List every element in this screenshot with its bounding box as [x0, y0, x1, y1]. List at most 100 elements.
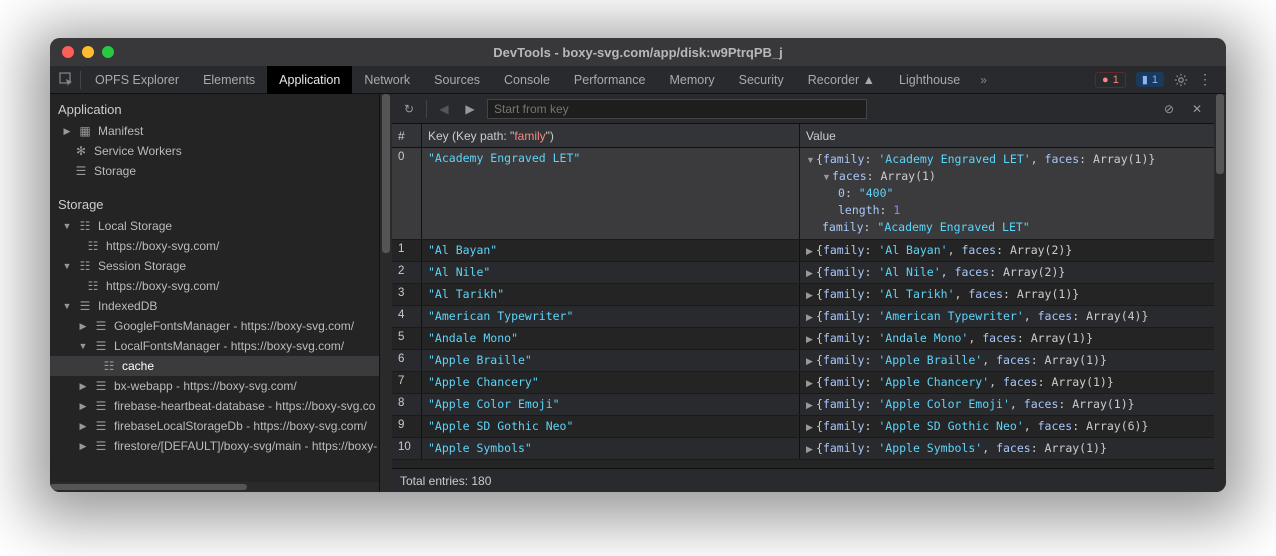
sidebar-item-idb-cache[interactable]: ☷ cache	[50, 356, 379, 376]
sidebar-item-idb-localfonts[interactable]: ▼ ☰ LocalFontsManager - https://boxy-svg…	[50, 336, 379, 356]
sidebar-item-manifest[interactable]: ▶ ▦ Manifest	[50, 121, 379, 141]
column-header-value[interactable]: Value	[800, 124, 1214, 147]
delete-selected-icon[interactable]: ✕	[1188, 102, 1206, 116]
storage-icon: ☷	[78, 259, 92, 273]
titlebar: DevTools - boxy-svg.com/app/disk:w9PtrqP…	[50, 38, 1226, 66]
expand-arrow-icon: ▶	[78, 401, 88, 412]
database-icon: ☰	[94, 379, 108, 393]
sidebar-item-label: firebase-heartbeat-database - https://bo…	[114, 399, 375, 413]
sidebar-item-local-storage[interactable]: ▼ ☷ Local Storage	[50, 216, 379, 236]
start-from-key-input[interactable]	[487, 99, 867, 119]
expand-arrow-icon: ▶	[78, 381, 88, 392]
database-icon: ☰	[94, 319, 108, 333]
sidebar-item-label: Session Storage	[98, 259, 186, 273]
vertical-scrollbar[interactable]	[380, 94, 392, 492]
database-icon: ☰	[94, 439, 108, 453]
table-row[interactable]: 5"Andale Mono"▶{family: 'Andale Mono', f…	[392, 328, 1214, 350]
table-row[interactable]: 9"Apple SD Gothic Neo"▶{family: 'Apple S…	[392, 416, 1214, 438]
inspect-element-icon[interactable]	[56, 72, 78, 88]
vertical-scrollbar[interactable]	[1214, 94, 1226, 492]
kebab-menu-icon[interactable]: ⋮	[1198, 71, 1212, 88]
divider	[80, 71, 81, 89]
cell-value: ▶{family: 'Apple Symbols', faces: Array(…	[800, 438, 1214, 459]
cell-value: ▶{family: 'Apple Chancery', faces: Array…	[800, 372, 1214, 393]
cell-value: ▶{family: 'Andale Mono', faces: Array(1)…	[800, 328, 1214, 349]
cell-value: ▶{family: 'Apple SD Gothic Neo', faces: …	[800, 416, 1214, 437]
devtools-tabs: OPFS ExplorerElementsApplicationNetworkS…	[50, 66, 1226, 94]
manifest-icon: ▦	[78, 124, 92, 138]
tab-lighthouse[interactable]: Lighthouse	[887, 66, 972, 94]
cell-value: ▶{family: 'Apple Color Emoji', faces: Ar…	[800, 394, 1214, 415]
column-header-index[interactable]: #	[392, 124, 422, 147]
cell-index: 5	[392, 328, 422, 349]
table-row[interactable]: 6"Apple Braille"▶{family: 'Apple Braille…	[392, 350, 1214, 372]
sidebar-item-label: Manifest	[98, 124, 143, 138]
sidebar-item-label: Storage	[94, 164, 136, 178]
tab-console[interactable]: Console	[492, 66, 562, 94]
tab-security[interactable]: Security	[727, 66, 796, 94]
sidebar-item-indexeddb[interactable]: ▼ ☰ IndexedDB	[50, 296, 379, 316]
cell-key: "American Typewriter"	[422, 306, 800, 327]
collapse-arrow-icon: ▼	[62, 261, 72, 271]
next-page-icon[interactable]: ▶	[461, 102, 479, 116]
database-icon: ☰	[74, 164, 88, 178]
sidebar-item-label: Service Workers	[94, 144, 182, 158]
settings-icon[interactable]	[1174, 73, 1188, 87]
tab-memory[interactable]: Memory	[657, 66, 726, 94]
table-row[interactable]: 2"Al Nile"▶{family: 'Al Nile', faces: Ar…	[392, 262, 1214, 284]
tab-elements[interactable]: Elements	[191, 66, 267, 94]
message-count-badge[interactable]: ▮ 1	[1136, 72, 1164, 87]
prev-page-icon[interactable]: ◀	[435, 102, 453, 116]
minimize-window-button[interactable]	[82, 46, 94, 58]
table-row[interactable]: 10"Apple Symbols"▶{family: 'Apple Symbol…	[392, 438, 1214, 460]
sidebar-item-session-storage[interactable]: ▼ ☷ Session Storage	[50, 256, 379, 276]
tab-recorder-[interactable]: Recorder ▲	[796, 66, 887, 94]
sidebar-item-label: Local Storage	[98, 219, 172, 233]
database-icon: ☰	[94, 399, 108, 413]
cell-value: ▶{family: 'Al Tarikh', faces: Array(1)}	[800, 284, 1214, 305]
tab-sources[interactable]: Sources	[422, 66, 492, 94]
cell-key: "Andale Mono"	[422, 328, 800, 349]
cell-key: "Al Bayan"	[422, 240, 800, 261]
sidebar-item-service-workers[interactable]: ✻ Service Workers	[50, 141, 379, 161]
sidebar-item-idb-googlefonts[interactable]: ▶ ☰ GoogleFontsManager - https://boxy-sv…	[50, 316, 379, 336]
cell-value: ▶{family: 'Apple Braille', faces: Array(…	[800, 350, 1214, 371]
sidebar-item-idb-bxwebapp[interactable]: ▶ ☰ bx-webapp - https://boxy-svg.com/	[50, 376, 379, 396]
sidebar-item-idb-firebase-local[interactable]: ▶ ☰ firebaseLocalStorageDb - https://box…	[50, 416, 379, 436]
refresh-icon[interactable]: ↻	[400, 102, 418, 116]
table-row[interactable]: 1"Al Bayan"▶{family: 'Al Bayan', faces: …	[392, 240, 1214, 262]
expand-arrow-icon: ▶	[62, 126, 72, 137]
sidebar-item-session-storage-origin[interactable]: ☷ https://boxy-svg.com/	[50, 276, 379, 296]
sidebar-item-local-storage-origin[interactable]: ☷ https://boxy-svg.com/	[50, 236, 379, 256]
table-row[interactable]: 4"American Typewriter"▶{family: 'America…	[392, 306, 1214, 328]
database-icon: ☰	[94, 419, 108, 433]
cell-index: 10	[392, 438, 422, 459]
tab-performance[interactable]: Performance	[562, 66, 658, 94]
storage-icon: ☷	[86, 239, 100, 253]
zoom-window-button[interactable]	[102, 46, 114, 58]
error-count-badge[interactable]: ● 1	[1095, 72, 1126, 88]
horizontal-scrollbar[interactable]	[50, 482, 379, 492]
gear-icon: ✻	[74, 144, 88, 158]
tab-opfs-explorer[interactable]: OPFS Explorer	[83, 66, 191, 94]
storage-icon: ☷	[102, 359, 116, 373]
table-row[interactable]: 8"Apple Color Emoji"▶{family: 'Apple Col…	[392, 394, 1214, 416]
more-tabs-icon[interactable]: »	[980, 73, 987, 87]
sidebar-item-storage[interactable]: ☰ Storage	[50, 161, 379, 181]
table-row[interactable]: 7"Apple Chancery"▶{family: 'Apple Chance…	[392, 372, 1214, 394]
cell-index: 8	[392, 394, 422, 415]
grid-header: # Key (Key path: "family") Value	[392, 124, 1214, 148]
close-window-button[interactable]	[62, 46, 74, 58]
table-row[interactable]: 0"Academy Engraved LET"▼{family: 'Academ…	[392, 148, 1214, 240]
sidebar-item-idb-firebase-heartbeat[interactable]: ▶ ☰ firebase-heartbeat-database - https:…	[50, 396, 379, 416]
tab-network[interactable]: Network	[352, 66, 422, 94]
sidebar-item-label: bx-webapp - https://boxy-svg.com/	[114, 379, 297, 393]
column-header-key[interactable]: Key (Key path: "family")	[422, 124, 800, 147]
table-row[interactable]: 3"Al Tarikh"▶{family: 'Al Tarikh', faces…	[392, 284, 1214, 306]
cell-key: "Apple SD Gothic Neo"	[422, 416, 800, 437]
clear-object-store-icon[interactable]: ⊘	[1160, 102, 1178, 116]
cell-index: 1	[392, 240, 422, 261]
tab-application[interactable]: Application	[267, 66, 352, 94]
cell-index: 2	[392, 262, 422, 283]
sidebar-item-idb-firestore[interactable]: ▶ ☰ firestore/[DEFAULT]/boxy-svg/main - …	[50, 436, 379, 456]
